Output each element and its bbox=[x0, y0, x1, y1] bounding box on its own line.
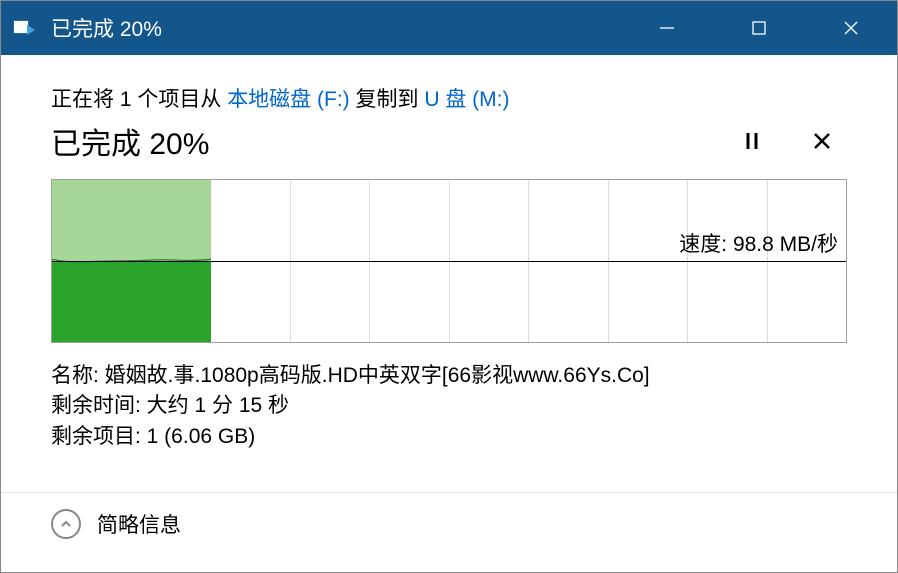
items-remaining-row: 剩余项目: 1 (6.06 GB) bbox=[51, 422, 847, 452]
items-value: 1 (6.06 GB) bbox=[147, 425, 256, 448]
window-title: 已完成 20% bbox=[51, 13, 621, 43]
source-link[interactable]: 本地磁盘 (F:) bbox=[227, 88, 349, 111]
speed-label: 速度: 98.8 MB/秒 bbox=[679, 228, 838, 258]
close-icon bbox=[842, 19, 860, 37]
name-value: 婚姻故.事.1080p高码版.HD中英双字[66影视www.66Ys.Co] bbox=[105, 364, 650, 387]
pause-icon bbox=[742, 130, 762, 152]
copy-description: 正在将 1 个项目从 本地磁盘 (F:) 复制到 U 盘 (M:) bbox=[51, 83, 847, 113]
maximize-button[interactable] bbox=[713, 1, 805, 55]
details-section: 名称: 婚姻故.事.1080p高码版.HD中英双字[66影视www.66Ys.C… bbox=[51, 361, 847, 452]
chevron-up-icon bbox=[59, 517, 73, 531]
speed-chart: 速度: 98.8 MB/秒 bbox=[51, 179, 847, 343]
toggle-details-button[interactable] bbox=[51, 509, 81, 539]
file-name-row: 名称: 婚姻故.事.1080p高码版.HD中英双字[66影视www.66Ys.C… bbox=[51, 361, 847, 391]
minimize-icon bbox=[658, 19, 676, 37]
time-value: 大约 1 分 15 秒 bbox=[147, 394, 289, 417]
content-area: 正在将 1 个项目从 本地磁盘 (F:) 复制到 U 盘 (M:) 已完成 20… bbox=[1, 55, 897, 452]
footer: 简略信息 bbox=[1, 493, 897, 555]
chart-midline bbox=[52, 261, 846, 262]
copy-middle: 复制到 bbox=[350, 88, 425, 111]
copy-icon bbox=[13, 18, 45, 38]
progress-title: 已完成 20% bbox=[51, 119, 707, 163]
cancel-button[interactable] bbox=[797, 121, 847, 161]
window-controls bbox=[621, 1, 897, 55]
pause-button[interactable] bbox=[727, 121, 777, 161]
minimize-button[interactable] bbox=[621, 1, 713, 55]
time-remaining-row: 剩余时间: 大约 1 分 15 秒 bbox=[51, 391, 847, 421]
items-label: 剩余项目: bbox=[51, 425, 147, 448]
progress-row: 已完成 20% bbox=[51, 119, 847, 163]
cancel-icon bbox=[811, 130, 833, 152]
name-label: 名称: bbox=[51, 364, 105, 387]
chart-progress-upper bbox=[52, 180, 211, 261]
footer-label[interactable]: 简略信息 bbox=[97, 509, 181, 539]
titlebar: 已完成 20% bbox=[1, 1, 897, 55]
maximize-icon bbox=[751, 20, 767, 36]
chart-progress-lower bbox=[52, 261, 211, 342]
time-label: 剩余时间: bbox=[51, 394, 147, 417]
close-button[interactable] bbox=[805, 1, 897, 55]
copy-prefix: 正在将 1 个项目从 bbox=[51, 88, 227, 111]
dest-link[interactable]: U 盘 (M:) bbox=[424, 88, 509, 111]
